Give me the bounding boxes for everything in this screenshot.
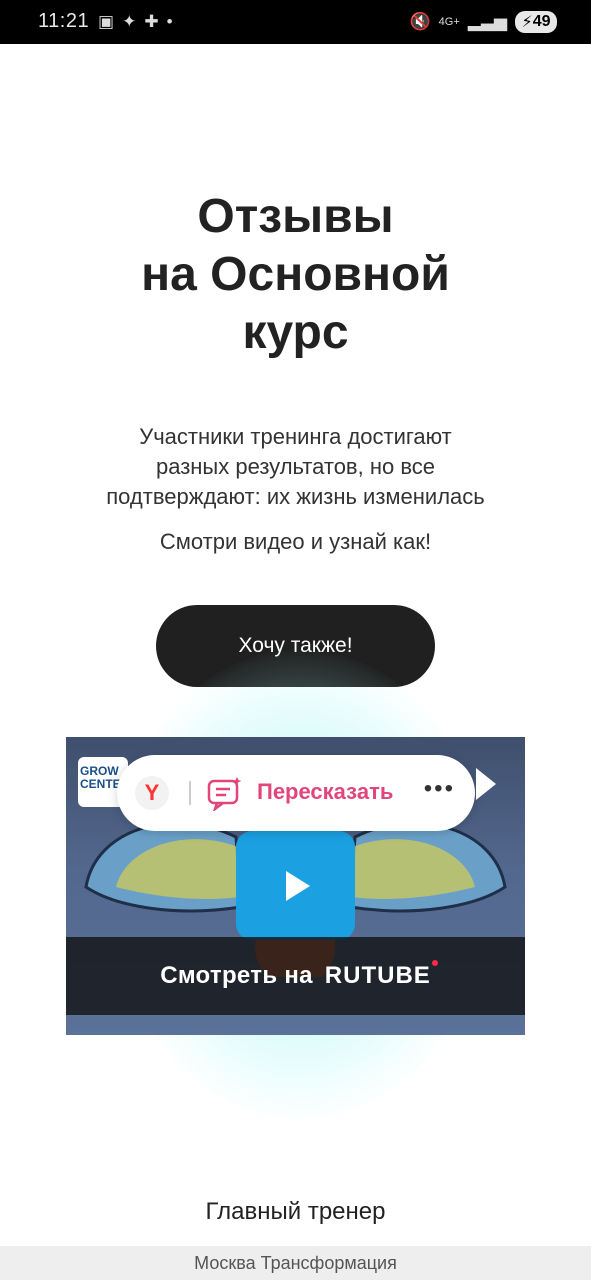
divider (189, 781, 191, 805)
battery-level: 49 (532, 13, 551, 30)
bolt-icon: ⚡ (521, 14, 533, 31)
signal-icon: ▂▃▅ (467, 12, 507, 31)
flame-icon: ✦ (122, 12, 137, 31)
title-line: курс (242, 306, 349, 359)
yandex-retell-bar[interactable]: Y Пересказать ••• (117, 755, 475, 831)
watch-video-prompt: Смотри видео и узнай как! (159, 529, 432, 554)
system-icons: 🔇 4G+ ▂▃▅ ⚡ 49 (409, 11, 557, 33)
section-heading: Главный тренер (205, 1198, 386, 1225)
network-type: 4G+ (438, 15, 460, 28)
notification-icons: ▣ ✦ ✚ • (98, 12, 173, 32)
rutube-logo: RUTUBE (324, 960, 438, 990)
yandex-logo-icon[interactable]: Y (135, 776, 169, 810)
dot-icon: • (166, 12, 173, 31)
watch-on-rutube-banner[interactable]: Смотреть на RUTUBE (66, 937, 525, 1015)
subtitle-line: Участники тренинга достигают (139, 424, 452, 449)
watch-on-label: Смотреть на (160, 962, 313, 989)
title-line: на Основной (141, 248, 450, 301)
page-title: Отзывы на Основной курс (0, 188, 591, 362)
rutube-logo-text: RUTUBE (324, 962, 431, 989)
retell-icon (207, 777, 242, 811)
site-footer: Москва Трансформация (0, 1246, 591, 1280)
title-line: Отзывы (197, 190, 394, 243)
play-icon (285, 870, 310, 901)
play-button[interactable] (236, 831, 355, 940)
clock: 11:21 (38, 10, 90, 32)
rutube-dot-icon (431, 960, 438, 966)
screenshot-icon: ▣ (98, 12, 115, 31)
subtitle: Участники тренинга достигают разных резу… (30, 422, 561, 512)
battery-indicator: ⚡ 49 (515, 11, 557, 33)
plus-icon: ✚ (144, 12, 159, 31)
share-arrow-icon[interactable] (476, 768, 496, 800)
status-bar: 11:21 ▣ ✦ ✚ • 🔇 4G+ ▂▃▅ ⚡ 49 (0, 0, 591, 44)
subtitle-line: разных результатов, но все (155, 454, 436, 479)
mute-icon: 🔇 (409, 12, 431, 31)
subtitle-line: подтверждают: их жизнь изменилась (106, 484, 485, 509)
retell-label[interactable]: Пересказать (257, 779, 393, 805)
more-icon[interactable]: ••• (424, 775, 455, 803)
